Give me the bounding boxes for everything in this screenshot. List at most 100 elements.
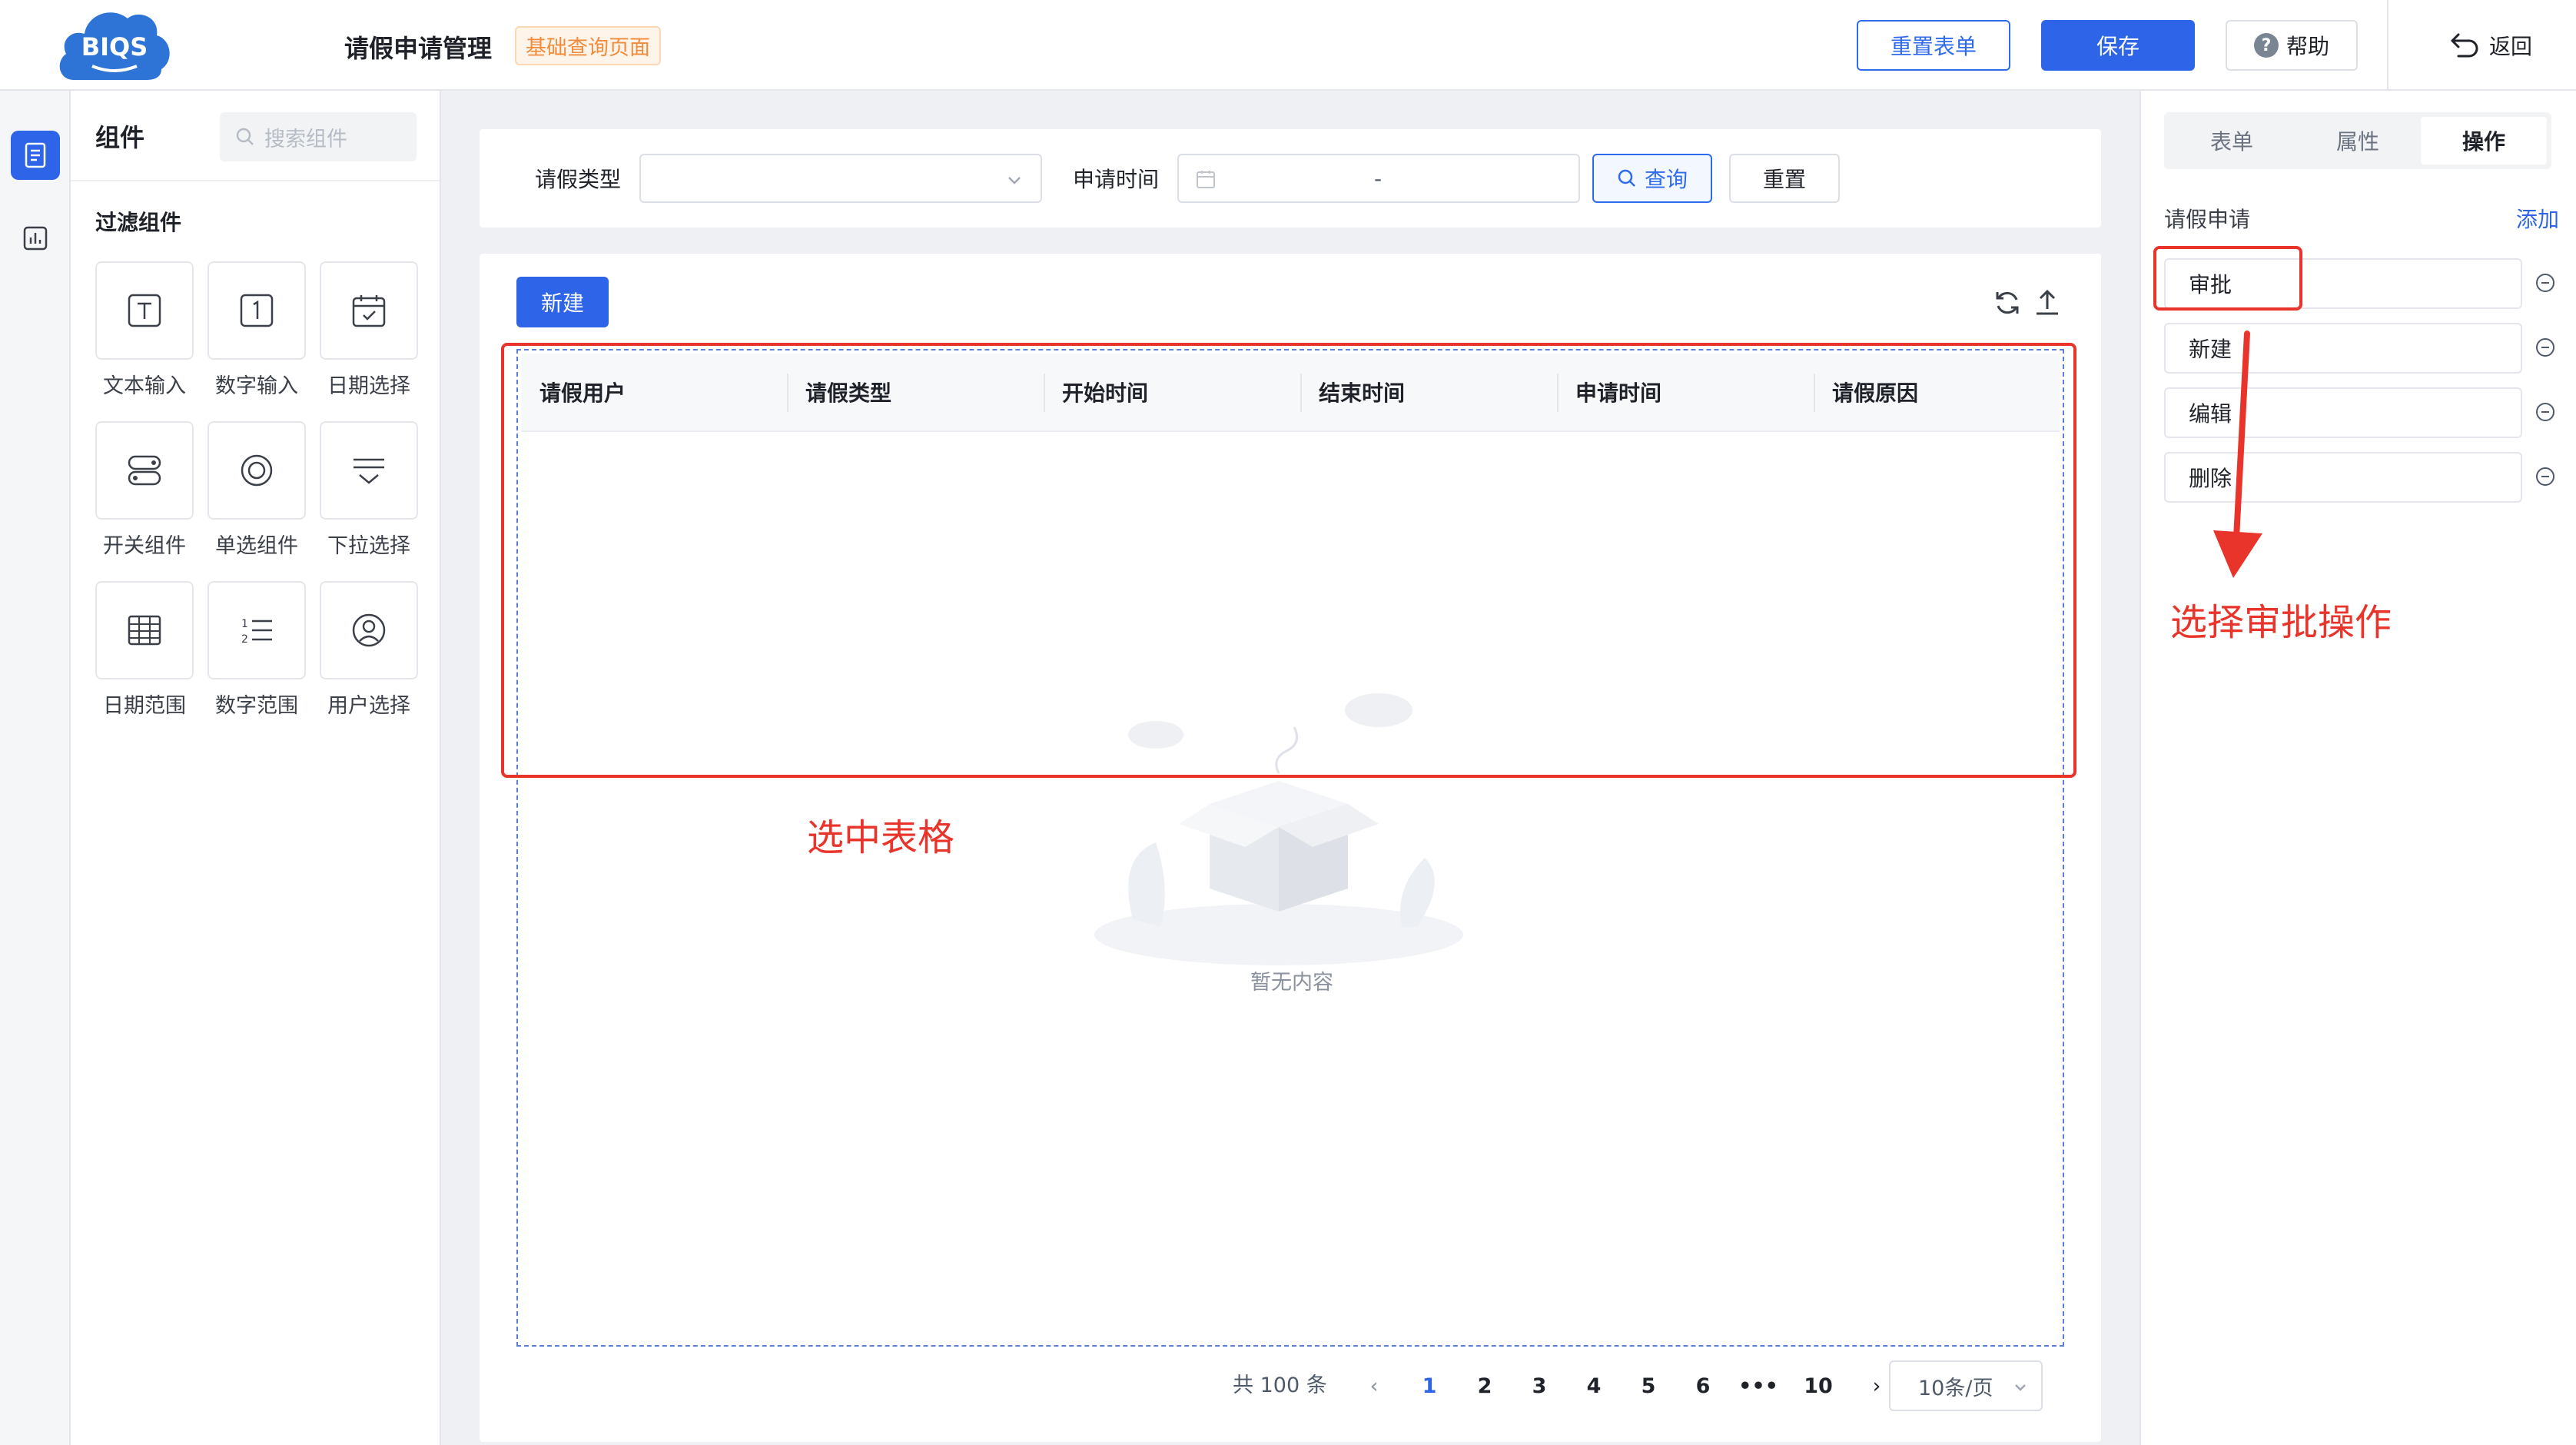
component-label: 开关组件 <box>103 534 186 558</box>
prev-page-button[interactable]: ‹ <box>1353 1360 1396 1411</box>
component-search-placeholder: 搜索组件 <box>264 127 347 151</box>
svg-text:1: 1 <box>241 618 248 630</box>
form-list-icon <box>25 142 46 168</box>
props-tabs: 表单 属性 操作 <box>2164 112 2551 169</box>
user-select-icon <box>352 613 386 647</box>
apply-time-label: 申请时间 <box>1073 167 1160 192</box>
svg-text:2: 2 <box>241 633 248 646</box>
refresh-icon[interactable] <box>1992 287 2023 318</box>
date-picker-icon <box>352 295 386 327</box>
search-icon <box>1618 169 1635 187</box>
operation-delete-field[interactable]: 删除 <box>2164 452 2522 503</box>
component-panel: 组件 搜索组件 过滤组件 文本输入 数字输入 日期选择 开关组件 单选组件 下拉… <box>71 91 441 1445</box>
number-range-icon: 12 <box>241 618 272 646</box>
component-label: 日期范围 <box>103 694 186 718</box>
approve-highlight-box <box>2153 246 2302 311</box>
component-dropdown[interactable]: 下拉选择 <box>320 421 418 559</box>
query-label: 查询 <box>1644 167 1688 192</box>
new-record-button[interactable]: 新建 <box>516 277 609 327</box>
pagination-total: 共 100 条 <box>1233 1374 1327 1397</box>
back-arrow-icon <box>2451 33 2478 58</box>
page-1[interactable]: 1 <box>1408 1360 1451 1411</box>
number-input-icon <box>240 294 274 327</box>
page-ellipsis[interactable]: ••• <box>1737 1360 1780 1411</box>
page-6[interactable]: 6 <box>1681 1360 1725 1411</box>
component-text-input[interactable]: 文本输入 <box>95 261 194 399</box>
export-upload-icon[interactable] <box>2032 287 2063 318</box>
table-annotation-text: 选中表格 <box>807 816 955 859</box>
approve-annotation-text: 选择审批操作 <box>2170 601 2392 644</box>
component-date-range[interactable]: 日期范围 <box>95 581 194 719</box>
page-size-value: 10条/页 <box>1918 1376 1993 1400</box>
leave-type-select[interactable] <box>639 154 1042 203</box>
help-button[interactable]: ? 帮助 <box>2226 20 2358 71</box>
operation-new-field[interactable]: 新建 <box>2164 323 2522 374</box>
component-switch[interactable]: 开关组件 <box>95 421 194 559</box>
component-user-select[interactable]: 用户选择 <box>320 581 418 719</box>
tab-operations[interactable]: 操作 <box>2421 117 2547 164</box>
rail-components-button[interactable] <box>11 131 60 180</box>
page-5[interactable]: 5 <box>1627 1360 1670 1411</box>
chevron-down-icon <box>1008 177 1021 184</box>
page-4[interactable]: 4 <box>1572 1360 1615 1411</box>
page-size-select[interactable]: 10条/页 <box>1889 1360 2043 1411</box>
search-icon <box>236 128 254 145</box>
component-radio[interactable]: 单选组件 <box>207 421 306 559</box>
operation-edit-field[interactable]: 编辑 <box>2164 387 2522 438</box>
component-label: 数字输入 <box>215 374 298 398</box>
left-icon-rail <box>0 91 71 1445</box>
date-range-icon <box>128 615 161 646</box>
page-type-badge: 基础查询页面 <box>515 26 661 65</box>
empty-state-text: 暂无内容 <box>1250 971 1333 995</box>
component-label: 文本输入 <box>103 374 186 398</box>
panel-divider <box>71 180 440 181</box>
page-3[interactable]: 3 <box>1518 1360 1561 1411</box>
radio-icon <box>241 454 273 487</box>
component-number-input[interactable]: 数字输入 <box>207 261 306 399</box>
save-button[interactable]: 保存 <box>2041 20 2195 71</box>
component-date-picker[interactable]: 日期选择 <box>320 261 418 399</box>
leave-type-label: 请假类型 <box>535 167 622 192</box>
topbar-divider <box>2387 0 2388 91</box>
search-filter-bar: 请假类型 申请时间 - 查询 重置 <box>480 129 2101 228</box>
component-label: 用户选择 <box>327 694 410 718</box>
apply-time-range-picker[interactable]: - <box>1177 154 1580 203</box>
operations-section-title: 请假申请 <box>2164 207 2251 232</box>
help-label: 帮助 <box>2286 34 2329 59</box>
remove-operation-icon[interactable] <box>2535 337 2556 358</box>
component-panel-title: 组件 <box>95 123 145 152</box>
biqs-logo: BIQS <box>59 12 170 81</box>
reset-form-button[interactable]: 重置表单 <box>1857 20 2010 71</box>
remove-operation-icon[interactable] <box>2535 466 2556 487</box>
reset-button[interactable]: 重置 <box>1729 154 1840 203</box>
page-title: 请假申请管理 <box>344 34 493 63</box>
pagination: 共 100 条 ‹ 1 2 3 4 5 6 ••• 10 › 10条/页 <box>480 1360 2101 1411</box>
back-button[interactable]: 返回 <box>2433 20 2548 71</box>
component-search-input[interactable]: 搜索组件 <box>220 112 417 161</box>
add-operation-link[interactable]: 添加 <box>2516 203 2559 234</box>
back-label: 返回 <box>2488 34 2532 59</box>
chart-icon <box>23 226 48 251</box>
component-number-range[interactable]: 12 数字范围 <box>207 581 306 719</box>
dropdown-icon <box>354 458 384 484</box>
query-button[interactable]: 查询 <box>1592 154 1712 203</box>
tab-form[interactable]: 表单 <box>2169 117 2295 164</box>
component-label: 日期选择 <box>327 374 410 398</box>
tab-properties[interactable]: 属性 <box>2295 117 2421 164</box>
logo-text: BIQS <box>81 32 148 61</box>
remove-operation-icon[interactable] <box>2535 401 2556 423</box>
page-10[interactable]: 10 <box>1797 1360 1840 1411</box>
rail-chart-button[interactable] <box>11 214 60 263</box>
text-input-icon <box>128 294 161 327</box>
page-2[interactable]: 2 <box>1463 1360 1506 1411</box>
component-label: 单选组件 <box>215 534 298 558</box>
component-label: 数字范围 <box>215 694 298 718</box>
table-highlight-box <box>501 343 2076 778</box>
filter-components-heading: 过滤组件 <box>95 210 182 235</box>
remove-operation-icon[interactable] <box>2535 272 2556 294</box>
top-bar: BIQS 请假申请管理 基础查询页面 重置表单 保存 ? 帮助 返回 <box>0 0 2576 91</box>
help-icon: ? <box>2253 33 2279 58</box>
switch-icon <box>128 455 161 486</box>
chevron-down-icon <box>2015 1384 2026 1391</box>
component-label: 下拉选择 <box>327 534 410 558</box>
